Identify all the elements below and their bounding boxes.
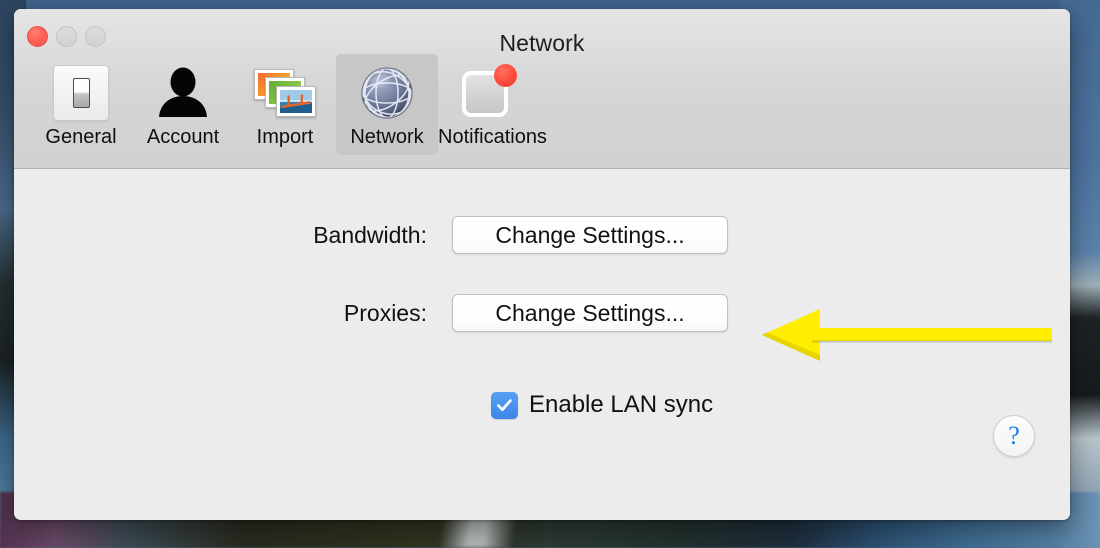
help-button[interactable]: ? xyxy=(993,415,1035,457)
proxies-change-settings-button[interactable]: Change Settings... xyxy=(452,294,728,332)
bandwidth-row: Bandwidth: Change Settings... xyxy=(14,216,728,254)
bandwidth-label: Bandwidth: xyxy=(313,221,427,248)
tab-account-label: Account xyxy=(146,126,220,148)
tab-notifications-label: Notifications xyxy=(438,126,547,148)
stacked-photos-icon xyxy=(234,62,336,124)
network-settings-pane: Bandwidth: Change Settings... Proxies: C… xyxy=(14,169,1070,519)
enable-lan-sync-label: Enable LAN sync xyxy=(529,391,714,418)
notification-badge-dot xyxy=(494,64,517,87)
person-silhouette-icon xyxy=(132,62,234,124)
preferences-toolbar: General Account Import Network Notificat… xyxy=(30,54,547,155)
proxies-row: Proxies: Change Settings... xyxy=(14,294,728,332)
proxies-label: Proxies: xyxy=(343,299,427,326)
tab-account[interactable]: Account xyxy=(132,54,234,155)
tab-network-label: Network xyxy=(350,126,424,148)
notification-square-icon xyxy=(438,62,540,124)
globe-icon xyxy=(336,62,438,124)
preferences-window: Network General Account Import Network N… xyxy=(14,9,1070,520)
enable-lan-sync-row[interactable]: Enable LAN sync xyxy=(491,391,713,419)
tab-import[interactable]: Import xyxy=(234,54,336,155)
bandwidth-change-settings-button[interactable]: Change Settings... xyxy=(452,216,728,254)
window-titlebar: Network General Account Import Network N… xyxy=(14,9,1070,169)
window-title: Network xyxy=(499,30,585,56)
tab-general-label: General xyxy=(45,126,117,148)
enable-lan-sync-checkbox[interactable] xyxy=(491,391,518,419)
tab-import-label: Import xyxy=(256,126,314,148)
checkmark-icon xyxy=(497,398,512,411)
light-switch-icon xyxy=(30,62,132,124)
tab-notifications[interactable]: Notifications xyxy=(438,54,547,155)
desktop-background: Network General Account Import Network N… xyxy=(0,0,1100,548)
tab-general[interactable]: General xyxy=(30,54,132,155)
tab-network[interactable]: Network xyxy=(336,54,438,155)
